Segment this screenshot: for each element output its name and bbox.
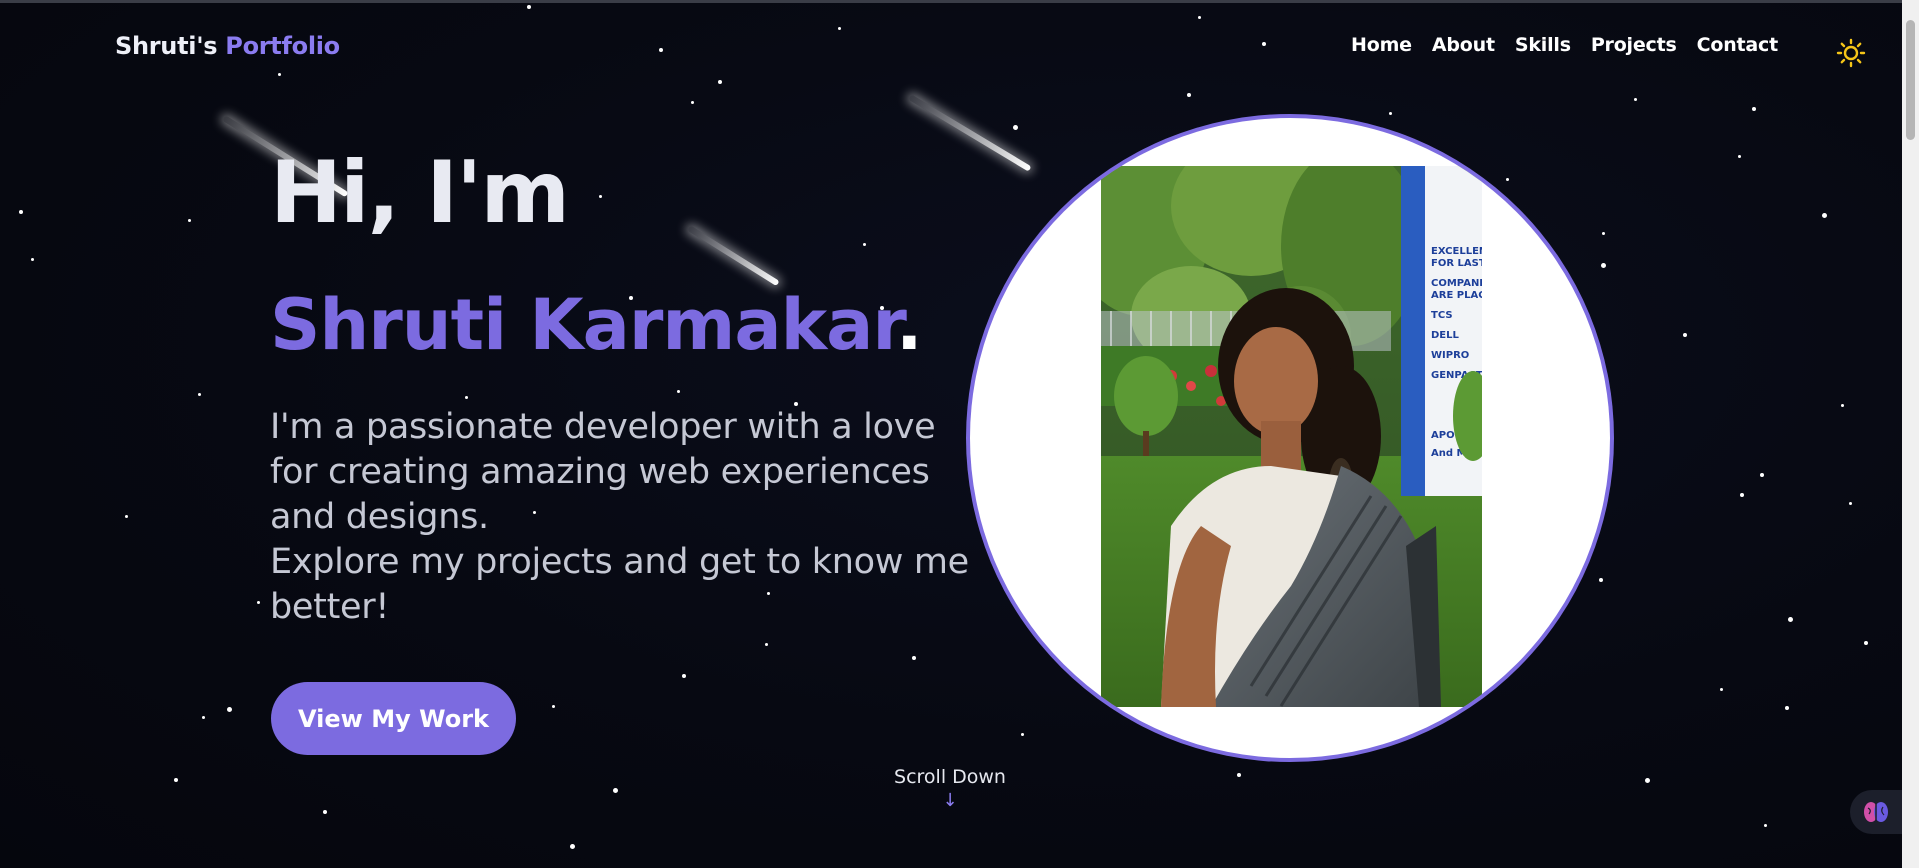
brain-icon — [1864, 802, 1888, 822]
hero-description-line: Explore my projects and get to know me b… — [270, 542, 969, 627]
profile-photo-illustration: EXCELLENT P FOR LAST TW COMPANIES W ARE … — [1101, 166, 1482, 707]
star — [1634, 98, 1637, 101]
star — [1764, 824, 1767, 827]
sign-text: ARE PLACED:- — [1431, 290, 1482, 301]
star — [19, 210, 23, 214]
star — [1237, 773, 1241, 777]
nav-link-projects[interactable]: Projects — [1591, 34, 1677, 56]
star — [1389, 112, 1392, 115]
star — [912, 656, 916, 660]
sign-text: WIPRO — [1431, 350, 1469, 361]
star — [1683, 333, 1687, 337]
star — [125, 515, 128, 518]
star — [227, 707, 232, 712]
arrow-down-icon: ↓ — [942, 790, 958, 811]
star — [527, 5, 531, 9]
star — [1864, 641, 1868, 645]
theme-toggle-button[interactable] — [1836, 38, 1866, 68]
star — [1599, 578, 1603, 582]
sign-text: COMPANIES W — [1431, 278, 1482, 289]
star — [613, 788, 618, 793]
star — [863, 243, 866, 246]
star — [174, 778, 178, 782]
star — [691, 101, 694, 104]
ai-assistant-button[interactable] — [1850, 790, 1902, 834]
hero-name: Shruti Karmakar. — [270, 290, 923, 360]
scroll-down-label: Scroll Down — [894, 766, 1006, 788]
view-my-work-button[interactable]: View My Work — [271, 682, 516, 755]
hero-name-text: Shruti Karmakar — [270, 284, 897, 366]
star — [659, 48, 663, 52]
star — [1021, 733, 1024, 736]
scroll-down-indicator[interactable]: Scroll Down ↓ — [880, 766, 1020, 811]
hero-greeting: Hi, I'm — [270, 143, 570, 243]
star — [188, 219, 191, 222]
star — [1738, 155, 1741, 158]
star — [323, 810, 327, 814]
star — [718, 80, 722, 84]
star — [765, 643, 768, 646]
hero-description-line: I'm a passionate developer with a love f… — [270, 407, 936, 537]
scrollbar-thumb[interactable] — [1906, 20, 1915, 140]
main-nav: Home About Skills Projects Contact — [1351, 34, 1778, 56]
nav-link-about[interactable]: About — [1432, 34, 1495, 56]
sign-text: DELL — [1431, 330, 1460, 341]
brand-logo[interactable]: Shruti's Portfolio — [115, 32, 340, 60]
star — [1752, 107, 1756, 111]
star — [1785, 706, 1789, 710]
star — [1262, 42, 1266, 46]
star — [1602, 232, 1605, 235]
star — [1601, 263, 1606, 268]
star — [570, 844, 575, 849]
star — [1198, 16, 1201, 19]
star — [1849, 502, 1852, 505]
brand-accent: Portfolio — [225, 32, 340, 60]
star — [31, 258, 34, 261]
star — [1822, 213, 1827, 218]
star — [257, 601, 260, 604]
sign-text: TCS — [1431, 310, 1453, 321]
brand-name: Shruti's — [115, 32, 218, 60]
star — [202, 716, 205, 719]
star — [677, 390, 680, 393]
star — [1788, 617, 1793, 622]
hero-name-period: . — [895, 284, 923, 366]
page-scrollbar[interactable] — [1902, 0, 1919, 868]
star — [278, 73, 281, 76]
sun-icon — [1836, 38, 1866, 68]
star — [838, 27, 841, 30]
star — [198, 393, 201, 396]
nav-link-contact[interactable]: Contact — [1697, 34, 1779, 56]
profile-photo: EXCELLENT P FOR LAST TW COMPANIES W ARE … — [1101, 166, 1482, 707]
star — [1841, 404, 1844, 407]
star — [552, 705, 555, 708]
sign-text: EXCELLENT P — [1431, 246, 1482, 257]
star — [1187, 93, 1191, 97]
star — [1645, 778, 1650, 783]
nav-link-skills[interactable]: Skills — [1515, 34, 1571, 56]
star — [1013, 125, 1018, 130]
star — [1720, 688, 1723, 691]
star — [1760, 473, 1764, 477]
star — [1506, 178, 1509, 181]
star — [1740, 493, 1744, 497]
star — [465, 396, 468, 399]
star — [682, 674, 686, 678]
sign-text: FOR LAST TW — [1431, 258, 1482, 269]
nav-link-home[interactable]: Home — [1351, 34, 1412, 56]
star — [599, 195, 602, 198]
profile-photo-frame: EXCELLENT P FOR LAST TW COMPANIES W ARE … — [970, 118, 1610, 758]
hero-description: I'm a passionate developer with a love f… — [270, 405, 970, 630]
page: Shruti's Portfolio Home About Skills Pro… — [0, 0, 1919, 868]
